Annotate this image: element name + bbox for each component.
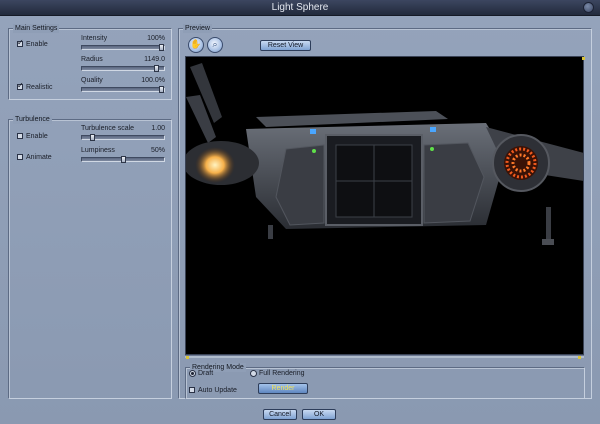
- main-settings-title: Main Settings: [13, 24, 60, 33]
- intensity-slider-thumb[interactable]: [159, 44, 164, 51]
- turbulence-scale-slider[interactable]: [81, 134, 165, 141]
- hand-icon[interactable]: ✋: [188, 37, 204, 53]
- turbulence-scale-slider-thumb[interactable]: [90, 134, 95, 141]
- dialog-body: Main Settings Enable Intensity 100% Radi…: [0, 16, 600, 424]
- viewport-corner-marker: [578, 356, 581, 359]
- radius-slider[interactable]: [81, 65, 165, 72]
- cancel-button[interactable]: Cancel: [263, 409, 297, 420]
- title-bar[interactable]: Light Sphere: [0, 0, 600, 16]
- radius-value: 1149.0: [144, 56, 165, 63]
- quality-slider[interactable]: [81, 86, 165, 93]
- render-button[interactable]: Render: [258, 383, 308, 394]
- turbulence-enable-label: Enable: [26, 133, 48, 140]
- lumpiness-value: 50%: [150, 147, 165, 154]
- draft-radio[interactable]: [189, 370, 196, 377]
- ok-button[interactable]: OK: [302, 409, 336, 420]
- intensity-value: 100%: [147, 35, 165, 42]
- viewport-corner-marker: [582, 57, 585, 60]
- quality-value: 100.0%: [141, 77, 165, 84]
- enable-checkbox[interactable]: [17, 38, 24, 47]
- viewport-bottom-edge: [185, 355, 584, 358]
- spaceship-render: [186, 63, 583, 245]
- preview-title: Preview: [183, 24, 212, 33]
- turbulence-enable-checkbox[interactable]: [17, 133, 23, 139]
- radius-slider-thumb[interactable]: [154, 65, 159, 72]
- intensity-label: Intensity: [81, 35, 108, 42]
- rendering-mode-group: Rendering Mode: [185, 363, 585, 399]
- quality-slider-thumb[interactable]: [159, 86, 164, 93]
- turbulence-scale-value: 1.00: [151, 125, 165, 132]
- full-rendering-radio[interactable]: [250, 370, 257, 377]
- magnifier-icon[interactable]: ⌕: [207, 37, 223, 53]
- animate-checkbox[interactable]: [17, 154, 23, 160]
- full-rendering-label: Full Rendering: [259, 370, 305, 377]
- draft-label: Draft: [198, 370, 214, 377]
- radius-label: Radius: [81, 56, 103, 63]
- animate-label: Animate: [26, 154, 52, 161]
- main-settings-group: Main Settings Enable Intensity 100% Radi…: [8, 24, 172, 100]
- lumpiness-label: Lumpiness: [81, 147, 115, 154]
- lumpiness-slider-thumb[interactable]: [121, 156, 126, 163]
- enable-label: Enable: [26, 41, 48, 48]
- window-title: Light Sphere: [271, 2, 329, 13]
- viewport-corner-marker: [186, 356, 189, 359]
- turbulence-group: Turbulence Enable Turbulence scale 1.00 …: [8, 115, 172, 399]
- preview-viewport[interactable]: [185, 56, 584, 355]
- auto-update-checkbox[interactable]: [189, 387, 195, 393]
- close-window-button[interactable]: [583, 2, 594, 13]
- quality-label: Quality: [81, 77, 103, 84]
- realistic-checkbox[interactable]: [17, 81, 24, 90]
- turbulence-title: Turbulence: [13, 115, 52, 124]
- realistic-label: Realistic: [26, 84, 53, 91]
- intensity-slider[interactable]: [81, 44, 165, 51]
- lumpiness-slider[interactable]: [81, 156, 165, 163]
- reset-view-button[interactable]: Reset View: [260, 40, 311, 51]
- auto-update-label: Auto Update: [198, 387, 237, 394]
